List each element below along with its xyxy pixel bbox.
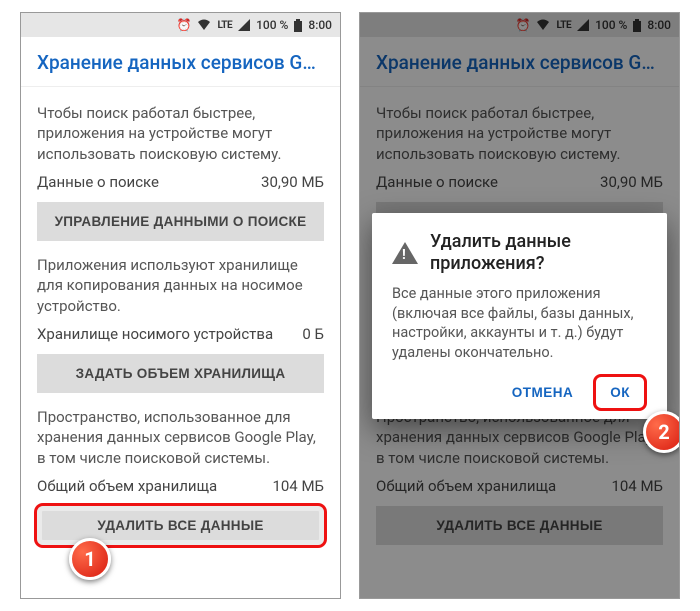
dialog-body: Все данные этого приложения (включая все…: [392, 284, 647, 362]
search-description: Чтобы поиск работал быстрее, приложения …: [37, 103, 324, 164]
phone-left: ⏰ LTE 100 % 8:00 Хранение данных сервисо…: [20, 12, 341, 599]
dialog-title: Удалить данные приложения?: [430, 231, 647, 274]
clock: 8:00: [308, 18, 332, 32]
wifi-icon: [197, 19, 211, 31]
wearable-storage-row: Хранилище носимого устройства 0 Б: [37, 324, 324, 344]
page-title: Хранение данных сервисов Goo…: [21, 37, 340, 87]
total-storage-label: Общий объем хранилища: [37, 476, 217, 496]
manage-search-button[interactable]: УПРАВЛЕНИЕ ДАННЫМИ О ПОИСКЕ: [37, 202, 324, 241]
search-data-label: Данные о поиске: [37, 172, 159, 192]
ok-button[interactable]: ОК: [593, 374, 647, 411]
total-storage-value: 104 МБ: [272, 476, 324, 496]
battery-percent: 100 %: [256, 18, 288, 32]
phone-right: ⏰ LTE 100 % 8:00 Хранение данных сервисо…: [359, 12, 680, 599]
wearable-storage-value: 0 Б: [302, 324, 324, 344]
battery-icon: [294, 19, 302, 32]
page-content: Чтобы поиск работал быстрее, приложения …: [21, 87, 340, 598]
wearable-description: Приложения используют хранилище для копи…: [37, 255, 324, 316]
step-badge-2: 2: [643, 411, 680, 453]
search-data-value: 30,90 МБ: [261, 172, 324, 192]
step-badge-1: 1: [69, 538, 111, 580]
warning-icon: [392, 242, 418, 264]
set-storage-button[interactable]: ЗАДАТЬ ОБЪЕМ ХРАНИЛИЩА: [37, 354, 324, 393]
network-label: LTE: [217, 20, 232, 31]
alarm-icon: ⏰: [177, 18, 192, 32]
cancel-button[interactable]: ОТМЕНА: [498, 377, 588, 408]
status-bar: ⏰ LTE 100 % 8:00: [21, 13, 340, 37]
wearable-storage-label: Хранилище носимого устройства: [37, 324, 273, 344]
total-storage-row: Общий объем хранилища 104 МБ: [37, 476, 324, 496]
play-description: Пространство, использованное для хранени…: [37, 407, 324, 468]
confirm-dialog: Удалить данные приложения? Все данные эт…: [372, 213, 667, 419]
search-data-row: Данные о поиске 30,90 МБ: [37, 172, 324, 192]
signal-icon: [238, 19, 250, 31]
